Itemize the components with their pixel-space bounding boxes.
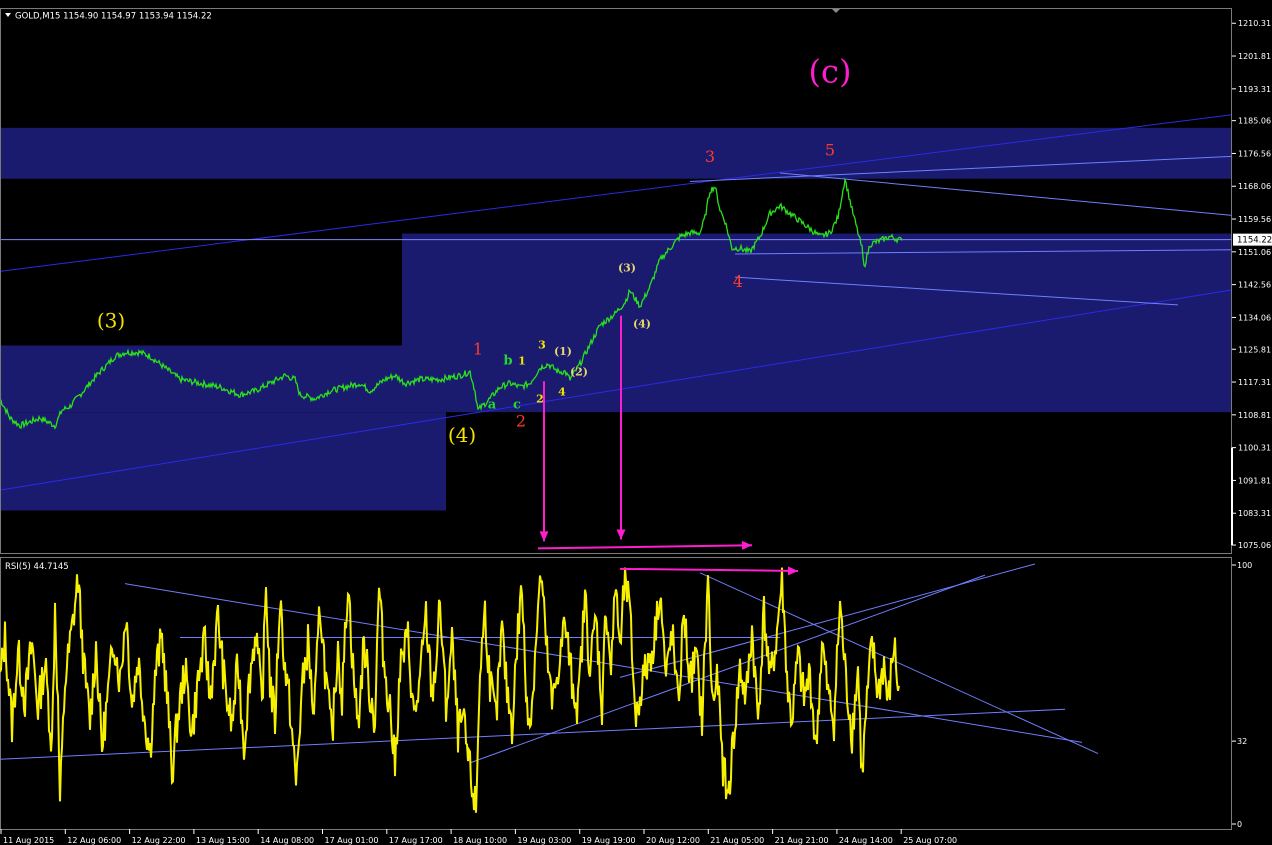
price-tick-label-14: 1091.81 [1238,476,1271,485]
wave-label-3: 1 [473,339,483,358]
price-tick-label-2: 1193.31 [1238,85,1271,94]
wave-label-18: (4) [633,317,651,330]
wave-label-11: 1 [518,355,526,368]
time-tick-label-14: 25 Aug 07:00 [903,836,957,845]
rsi-tick-label-1: 32 [1237,737,1247,746]
time-tick-label-3: 13 Aug 15:00 [196,836,250,845]
symbol-header: GOLD,M15 1154.90 1154.97 1153.94 1154.22 [15,12,212,22]
time-tick-label-1: 12 Aug 06:00 [67,836,121,845]
rsi-header: RSI(5) 44.7145 [5,562,69,572]
wave-label-16: (2) [570,366,588,379]
price-tick-label-5: 1168.06 [1238,182,1271,191]
zone-2 [0,345,402,413]
time-tick-label-10: 20 Aug 12:00 [646,836,700,845]
price-tick-label-8: 1142.56 [1238,281,1271,290]
rsi-tick-label-2: 0 [1237,820,1242,829]
wave-label-15: (1) [554,345,572,358]
price-tick-label-3: 1185.06 [1238,117,1271,126]
chart-canvas[interactable]: (3) (4) (c) 1 2 3 4 5 a b c 1 2 3 4 (1) (2) (3) (4) GOLD,M… [0,0,1272,845]
price-tick-label-1: 1201.81 [1238,52,1271,61]
rsi-tick-label-0: 100 [1237,561,1252,570]
svg-text:1154.22: 1154.22 [1237,236,1272,246]
wave-label-12: 2 [536,393,544,406]
wave-label-14: 4 [558,386,566,399]
price-tick-label-7: 1151.06 [1238,248,1271,257]
price-tick-label-0: 1210.31 [1238,19,1271,28]
price-tick-label-6: 1159.56 [1238,215,1271,224]
price-tick-label-13: 1100.31 [1238,444,1271,453]
current-price-label: 1154.22 [1233,233,1272,246]
wave-label-13: 3 [538,339,546,352]
wave-label-4: 2 [516,411,526,430]
zone-0 [0,127,1232,179]
wave-label-9: b [503,354,512,369]
time-tick-label-4: 14 Aug 08:00 [260,836,314,845]
time-tick-label-8: 19 Aug 03:00 [517,836,571,845]
time-tick-label-0: 11 Aug 2015 [3,836,54,845]
price-tick-label-9: 1134.06 [1238,313,1271,322]
price-tick-label-10: 1125.81 [1238,345,1271,354]
price-tick-label-12: 1108.81 [1238,411,1271,420]
price-tick-label-16: 1075.06 [1238,541,1271,550]
wave-label-7: 5 [825,141,835,160]
wave-label-6: 4 [733,272,743,291]
time-tick-label-13: 24 Aug 14:00 [839,836,893,845]
time-tick-label-11: 21 Aug 05:00 [710,836,764,845]
zone-3 [0,412,446,511]
wave-label-1: (4) [448,423,476,447]
wave-label-0: (3) [97,308,125,332]
wave-label-10: c [513,397,521,412]
price-tick-label-15: 1083.31 [1238,509,1271,518]
time-tick-label-9: 19 Aug 19:00 [582,836,636,845]
time-tick-label-5: 17 Aug 01:00 [325,836,379,845]
wave-label-5: 3 [705,147,715,166]
wave-label-17: (3) [618,261,636,274]
time-tick-label-6: 17 Aug 17:00 [389,836,443,845]
wave-label-8: a [488,397,497,412]
time-tick-label-2: 12 Aug 22:00 [132,836,186,845]
time-tick-label-12: 21 Aug 21:00 [775,836,829,845]
price-tick-label-11: 1117.31 [1238,378,1271,387]
price-tick-label-4: 1176.56 [1238,149,1271,158]
wave-label-2: (c) [809,52,852,90]
time-tick-label-7: 18 Aug 10:00 [453,836,507,845]
